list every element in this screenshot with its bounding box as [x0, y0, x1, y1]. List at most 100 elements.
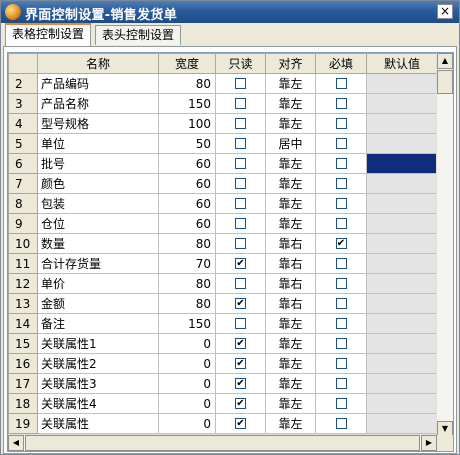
- cell-default[interactable]: [366, 333, 438, 354]
- readonly-checkbox[interactable]: [235, 237, 246, 249]
- cell-default[interactable]: [366, 153, 438, 174]
- table-row[interactable]: 8 包装 60 靠左: [8, 193, 438, 214]
- required-checkbox[interactable]: [335, 97, 347, 109]
- cell-name[interactable]: 产品编码: [37, 73, 159, 94]
- vertical-scroll-thumb[interactable]: [437, 70, 453, 94]
- cell-readonly[interactable]: ✔: [215, 413, 266, 434]
- readonly-checkbox[interactable]: ✔: [235, 357, 246, 369]
- cell-name[interactable]: 备注: [37, 313, 159, 334]
- cell-required[interactable]: [315, 273, 367, 294]
- cell-name[interactable]: 单价: [37, 273, 159, 294]
- column-header-width[interactable]: 宽度: [158, 53, 216, 74]
- readonly-checkbox[interactable]: [235, 157, 246, 169]
- cell-align[interactable]: 靠右: [265, 253, 316, 274]
- table-row[interactable]: 16 关联属性2 0 ✔ 靠左: [8, 353, 438, 374]
- cell-required[interactable]: [315, 373, 367, 394]
- cell-default[interactable]: [366, 353, 438, 374]
- cell-required[interactable]: [315, 213, 367, 234]
- cell-required[interactable]: [315, 93, 367, 114]
- table-row[interactable]: 5 单位 50 居中: [8, 133, 438, 154]
- required-checkbox[interactable]: [335, 317, 347, 329]
- cell-width[interactable]: 0: [158, 353, 216, 374]
- readonly-checkbox[interactable]: [235, 217, 246, 229]
- cell-width[interactable]: 0: [158, 393, 216, 414]
- required-checkbox[interactable]: [335, 77, 347, 89]
- cell-align[interactable]: 靠左: [265, 173, 316, 194]
- cell-readonly[interactable]: ✔: [215, 293, 266, 314]
- cell-width[interactable]: 60: [158, 173, 216, 194]
- cell-align[interactable]: 靠左: [265, 73, 316, 94]
- readonly-checkbox[interactable]: [235, 117, 246, 129]
- tab-header-settings[interactable]: 表头控制设置: [95, 25, 182, 45]
- scroll-right-button[interactable]: ▶: [421, 435, 437, 451]
- cell-required[interactable]: [315, 173, 367, 194]
- cell-default[interactable]: [366, 413, 438, 434]
- required-checkbox[interactable]: [335, 357, 347, 369]
- cell-name[interactable]: 关联属性1: [37, 333, 159, 354]
- cell-width[interactable]: 0: [158, 333, 216, 354]
- cell-width[interactable]: 80: [158, 233, 216, 254]
- table-row[interactable]: 6 批号 60 靠左: [8, 153, 438, 174]
- cell-width[interactable]: 150: [158, 313, 216, 334]
- readonly-checkbox[interactable]: [235, 317, 246, 329]
- readonly-checkbox[interactable]: ✔: [235, 417, 246, 429]
- cell-default[interactable]: [366, 273, 438, 294]
- required-checkbox[interactable]: [335, 297, 347, 309]
- horizontal-scroll-thumb[interactable]: [25, 435, 420, 451]
- cell-width[interactable]: 80: [158, 73, 216, 94]
- readonly-checkbox[interactable]: [235, 277, 246, 289]
- cell-name[interactable]: 颜色: [37, 173, 159, 194]
- cell-readonly[interactable]: [215, 213, 266, 234]
- cell-align[interactable]: 靠左: [265, 93, 316, 114]
- cell-align[interactable]: 居中: [265, 133, 316, 154]
- required-checkbox[interactable]: [335, 397, 347, 409]
- scroll-left-button[interactable]: ◀: [8, 435, 24, 451]
- cell-required[interactable]: [315, 293, 367, 314]
- cell-required[interactable]: [315, 253, 367, 274]
- cell-name[interactable]: 型号规格: [37, 113, 159, 134]
- cell-name[interactable]: 仓位: [37, 213, 159, 234]
- cell-readonly[interactable]: [215, 233, 266, 254]
- cell-align[interactable]: 靠左: [265, 413, 316, 434]
- cell-required[interactable]: [315, 193, 367, 214]
- cell-readonly[interactable]: ✔: [215, 353, 266, 374]
- table-row[interactable]: 3 产品名称 150 靠左: [8, 93, 438, 114]
- cell-default[interactable]: [366, 213, 438, 234]
- readonly-checkbox[interactable]: ✔: [235, 337, 246, 349]
- cell-align[interactable]: 靠左: [265, 153, 316, 174]
- scroll-up-button[interactable]: ▲: [437, 53, 453, 69]
- cell-readonly[interactable]: [215, 73, 266, 94]
- cell-name[interactable]: 数量: [37, 233, 159, 254]
- cell-default[interactable]: [366, 113, 438, 134]
- cell-required[interactable]: [315, 333, 367, 354]
- column-header-readonly[interactable]: 只读: [215, 53, 266, 74]
- table-row[interactable]: 14 备注 150 靠左: [8, 313, 438, 334]
- cell-name[interactable]: 关联属性3: [37, 373, 159, 394]
- cell-default[interactable]: [366, 93, 438, 114]
- cell-width[interactable]: 80: [158, 273, 216, 294]
- cell-required[interactable]: [315, 153, 367, 174]
- readonly-checkbox[interactable]: [235, 137, 246, 149]
- cell-align[interactable]: 靠右: [265, 293, 316, 314]
- readonly-checkbox[interactable]: [235, 197, 246, 209]
- cell-name[interactable]: 关联属性: [37, 413, 159, 434]
- cell-default[interactable]: [366, 233, 438, 254]
- required-checkbox[interactable]: ✔: [335, 237, 347, 249]
- close-button[interactable]: ×: [437, 4, 453, 19]
- cell-align[interactable]: 靠左: [265, 313, 316, 334]
- cell-required[interactable]: [315, 353, 367, 374]
- cell-width[interactable]: 0: [158, 413, 216, 434]
- required-checkbox[interactable]: [335, 277, 347, 289]
- required-checkbox[interactable]: [335, 337, 347, 349]
- cell-name[interactable]: 批号: [37, 153, 159, 174]
- cell-width[interactable]: 70: [158, 253, 216, 274]
- cell-readonly[interactable]: ✔: [215, 373, 266, 394]
- cell-readonly[interactable]: ✔: [215, 393, 266, 414]
- required-checkbox[interactable]: [335, 197, 347, 209]
- column-header-default[interactable]: 默认值: [366, 53, 438, 74]
- cell-readonly[interactable]: [215, 193, 266, 214]
- column-header-align[interactable]: 对齐: [265, 53, 316, 74]
- cell-width[interactable]: 0: [158, 373, 216, 394]
- cell-default[interactable]: [366, 173, 438, 194]
- cell-width[interactable]: 50: [158, 133, 216, 154]
